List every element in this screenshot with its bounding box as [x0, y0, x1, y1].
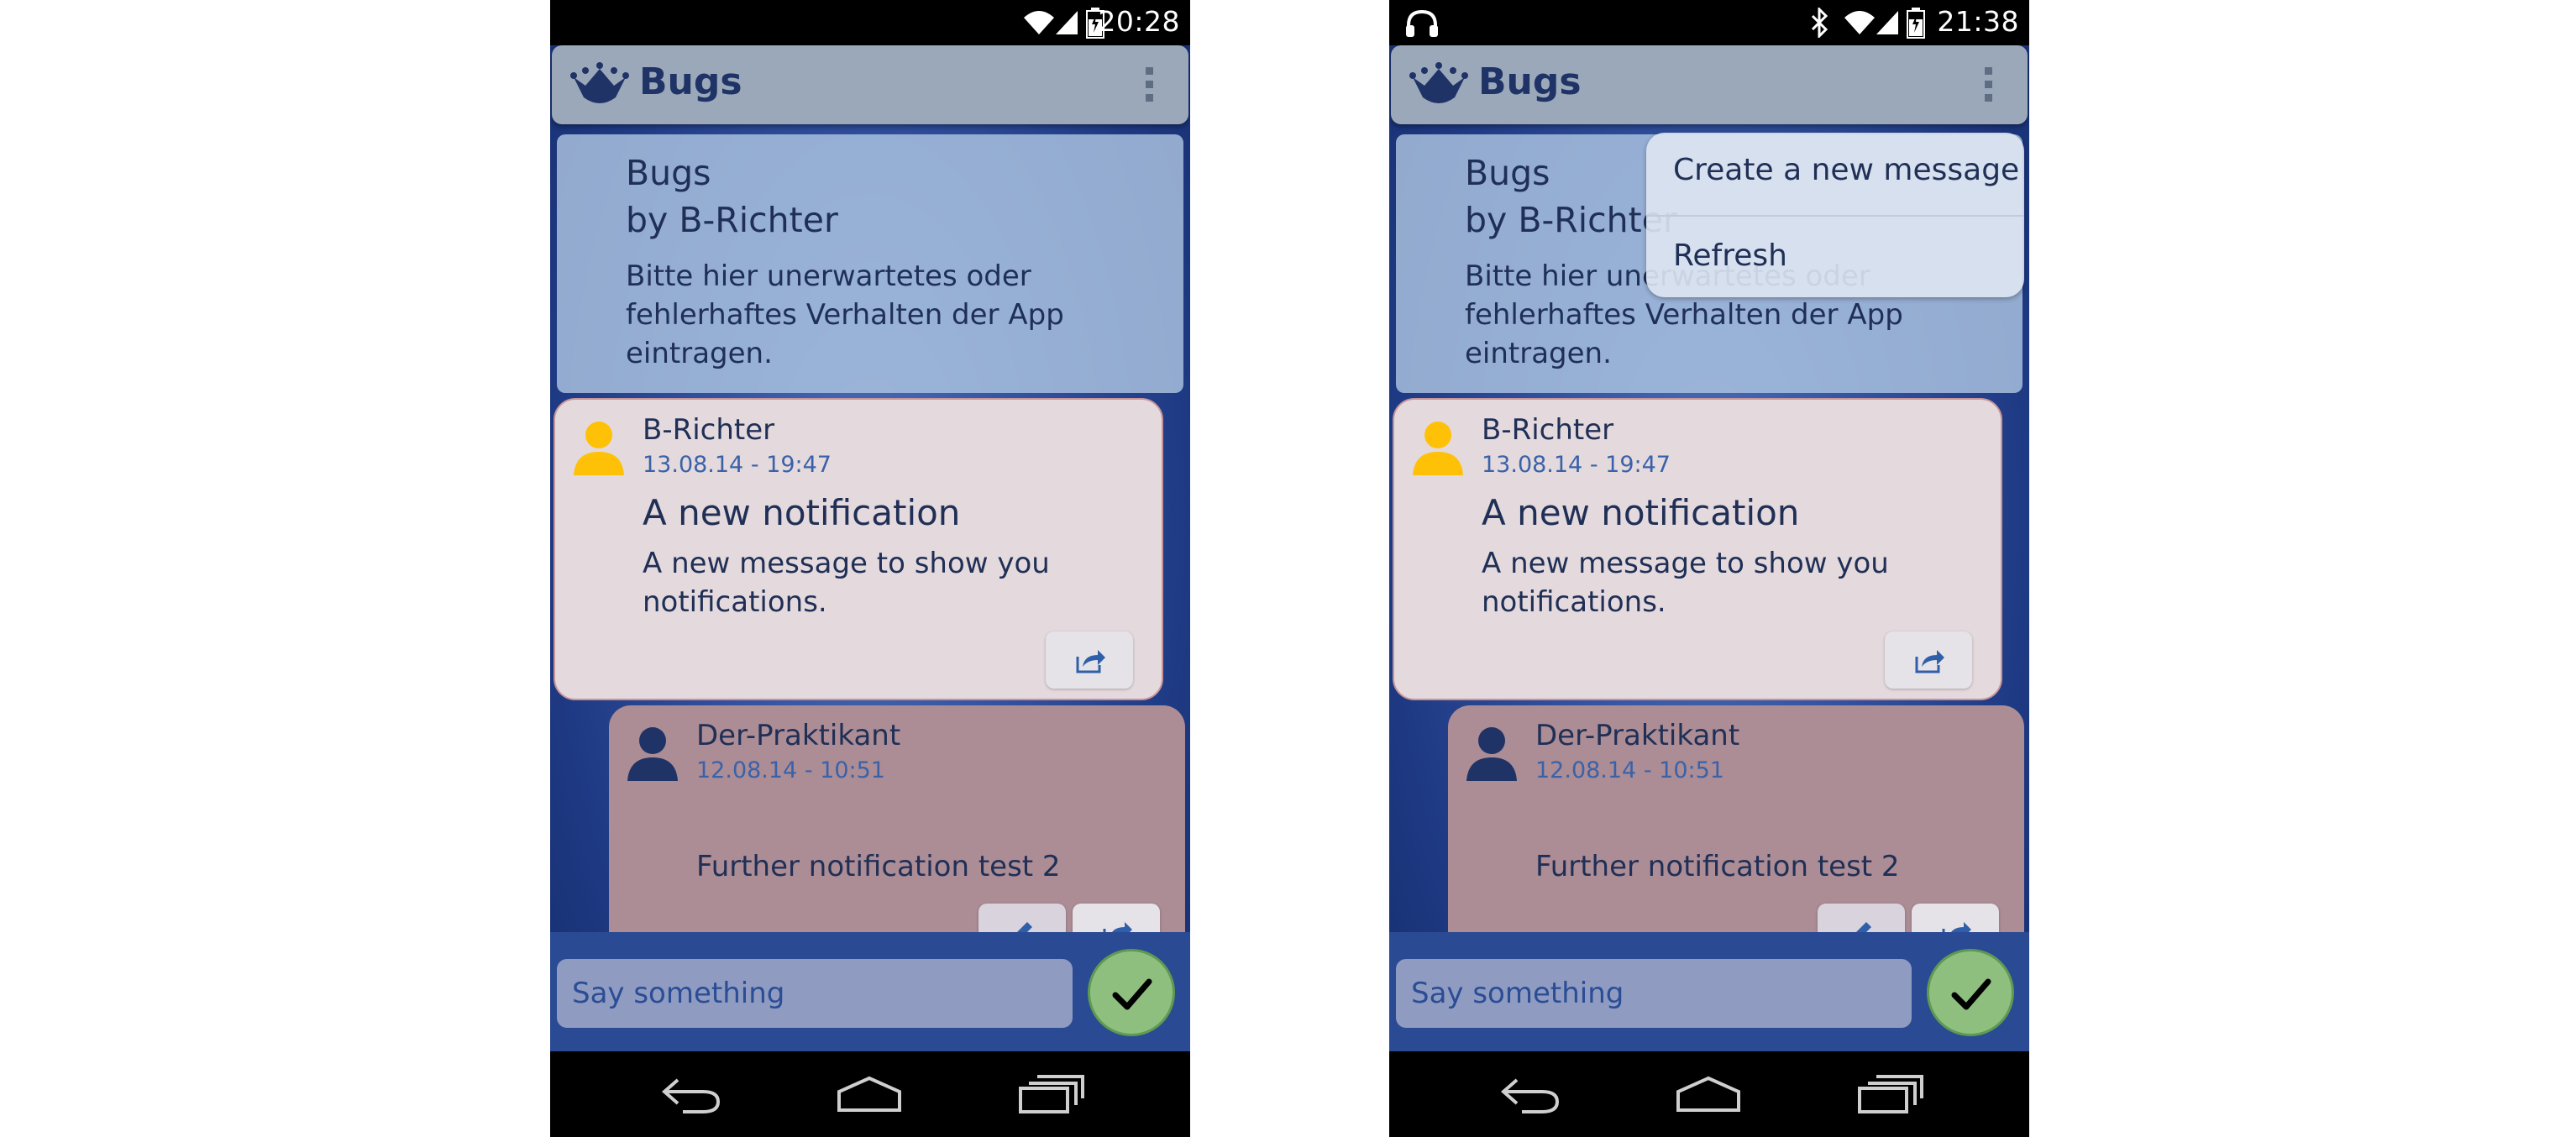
headphones-icon	[1406, 9, 1438, 37]
board-title: Bugs by B-Richter	[1465, 149, 1677, 244]
compose-bar	[550, 932, 1190, 1051]
home-icon[interactable]	[836, 1073, 903, 1115]
status-time: 20:28	[1098, 5, 1180, 38]
checkmark-icon	[1951, 978, 1991, 1010]
checkmark-icon	[1112, 978, 1152, 1010]
board-title-line2: by B-Richter	[1465, 200, 1677, 240]
bluetooth-icon	[1811, 8, 1828, 38]
message-author: Der-Praktikant	[1535, 719, 1740, 752]
action-bar: Bugs	[1391, 45, 2028, 124]
message-title: A new notification	[1482, 492, 1800, 533]
board-title: Bugs by B-Richter	[626, 149, 838, 244]
board-description: Bitte hier unerwartetes oder fehlerhafte…	[626, 259, 1064, 370]
recent-apps-icon[interactable]	[1856, 1073, 1923, 1115]
overflow-menu-icon[interactable]	[1143, 67, 1155, 107]
share-button[interactable]	[1885, 631, 1972, 689]
message-input[interactable]	[1396, 959, 1912, 1028]
send-button[interactable]	[1927, 949, 2014, 1036]
message-input[interactable]	[557, 959, 1073, 1028]
menu-item-create-message[interactable]: Create a new message	[1673, 153, 2019, 187]
message-card: B-Richter 13.08.14 - 19:47 A new notific…	[1393, 398, 2002, 700]
board-header-card: Bugs by B-Richter Bitte hier unerwartete…	[557, 134, 1183, 393]
phone-screen-left: 20:28 Bugs Bugs by B-Richter Bitte hier …	[550, 0, 1190, 1137]
share-icon	[1076, 650, 1105, 673]
message-title: A new notification	[643, 492, 961, 533]
back-icon[interactable]	[1498, 1073, 1562, 1115]
user-avatar-icon	[574, 422, 624, 475]
share-button[interactable]	[1046, 631, 1133, 689]
send-button[interactable]	[1088, 949, 1175, 1036]
board-title-line1: Bugs	[626, 153, 711, 193]
recent-apps-icon[interactable]	[1017, 1073, 1084, 1115]
message-body: A new message to show you notifications.	[1482, 547, 1889, 619]
menu-item-refresh[interactable]: Refresh	[1673, 238, 1787, 273]
crown-logo-icon	[570, 62, 629, 103]
message-date: 13.08.14 - 19:47	[643, 452, 832, 478]
menu-divider	[1646, 215, 2024, 217]
navigation-bar	[1389, 1051, 2029, 1137]
overflow-menu-popup: Create a new message Refresh	[1646, 133, 2024, 297]
user-avatar-icon	[627, 727, 678, 781]
message-body: A new message to show you notifications.	[643, 547, 1050, 619]
status-time: 21:38	[1937, 5, 2019, 38]
message-date: 13.08.14 - 19:47	[1482, 452, 1671, 478]
message-date: 12.08.14 - 10:51	[1535, 757, 1724, 783]
message-author: B-Richter	[643, 413, 775, 447]
signal-icon	[1056, 11, 1078, 34]
app-title: Bugs	[639, 60, 742, 103]
action-bar: Bugs	[552, 45, 1188, 124]
app-title: Bugs	[1478, 60, 1582, 103]
message-author: Der-Praktikant	[696, 719, 901, 752]
battery-icon	[1907, 8, 1925, 39]
phone-screen-right: 21:38 Bugs Bugs by B-Richter Bitte hier …	[1389, 0, 2029, 1137]
overflow-menu-icon[interactable]	[1982, 67, 1994, 107]
status-bar: 20:28	[550, 0, 1190, 45]
message-date: 12.08.14 - 10:51	[696, 757, 885, 783]
message-body: Further notification test 2	[1535, 850, 1900, 883]
status-bar: 21:38	[1389, 0, 2029, 45]
share-icon	[1915, 650, 1944, 673]
message-author: B-Richter	[1482, 413, 1614, 447]
board-title-line2: by B-Richter	[626, 200, 838, 240]
message-card: B-Richter 13.08.14 - 19:47 A new notific…	[553, 398, 1163, 700]
user-avatar-icon	[1413, 422, 1463, 475]
board-title-line1: Bugs	[1465, 153, 1550, 193]
signal-icon	[1876, 11, 1898, 34]
crown-logo-icon	[1409, 62, 1468, 103]
home-icon[interactable]	[1675, 1073, 1742, 1115]
user-avatar-icon	[1466, 727, 1517, 781]
message-body: Further notification test 2	[696, 850, 1061, 883]
compose-bar	[1389, 932, 2029, 1051]
back-icon[interactable]	[659, 1073, 723, 1115]
navigation-bar	[550, 1051, 1190, 1137]
